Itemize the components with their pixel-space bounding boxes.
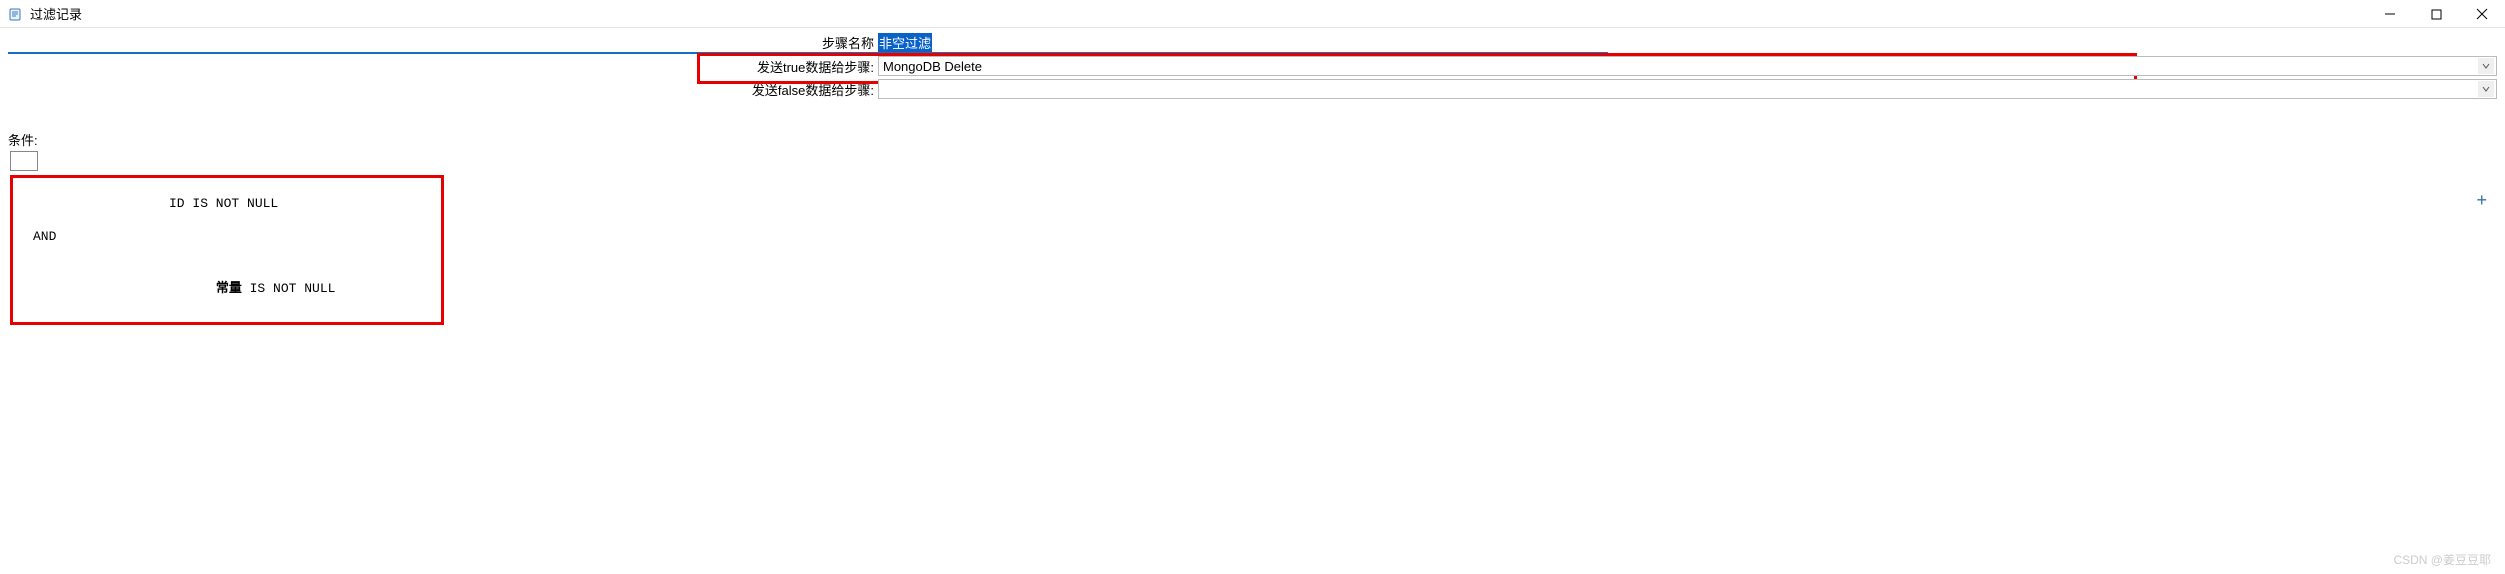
- send-true-label: 发送true数据给步骤:: [8, 57, 878, 76]
- conditions-label: 条件:: [8, 130, 2497, 149]
- step-name-label: 步骤名称: [8, 33, 878, 52]
- window-title: 过滤记录: [30, 4, 82, 23]
- condition-line-1: ID IS NOT NULL: [29, 196, 425, 211]
- add-condition-button[interactable]: +: [2476, 190, 2487, 211]
- chevron-down-icon: [2478, 81, 2494, 97]
- send-false-label: 发送false数据给步骤:: [8, 80, 878, 99]
- chevron-down-icon: [2478, 58, 2494, 74]
- condition-line-2: 常量 IS NOT NULL: [29, 262, 425, 311]
- condition-corner-box[interactable]: [10, 151, 38, 171]
- maximize-button[interactable]: [2413, 0, 2459, 28]
- send-true-dropdown[interactable]: MongoDB Delete: [878, 56, 2497, 76]
- app-icon: [8, 6, 24, 22]
- step-name-value: 非空过滤: [878, 33, 932, 52]
- step-name-field[interactable]: 非空过滤: [878, 32, 1608, 52]
- send-true-value: MongoDB Delete: [883, 59, 982, 74]
- condition-rest-2: IS NOT NULL: [242, 281, 336, 296]
- conditions-editor[interactable]: ID IS NOT NULL AND 常量 IS NOT NULL: [10, 175, 444, 325]
- condition-field-2: 常量: [216, 280, 242, 295]
- send-false-dropdown[interactable]: [878, 79, 2497, 99]
- condition-operator: AND: [29, 229, 425, 244]
- watermark-text: CSDN @姜豆豆耶: [2393, 551, 2491, 568]
- close-button[interactable]: [2459, 0, 2505, 28]
- minimize-button[interactable]: [2367, 0, 2413, 28]
